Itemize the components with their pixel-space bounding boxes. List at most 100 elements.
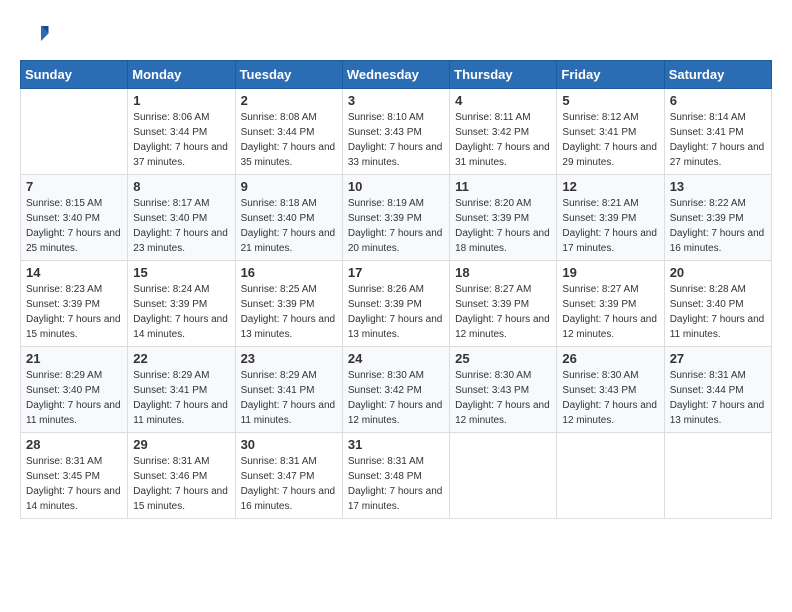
day-number: 27 (670, 351, 766, 366)
day-number: 11 (455, 179, 551, 194)
day-number: 21 (26, 351, 122, 366)
day-cell: 5 Sunrise: 8:12 AMSunset: 3:41 PMDaylight… (557, 89, 664, 175)
day-number: 29 (133, 437, 229, 452)
day-info: Sunrise: 8:26 AMSunset: 3:39 PMDaylight:… (348, 282, 444, 342)
day-info: Sunrise: 8:29 AMSunset: 3:41 PMDaylight:… (133, 368, 229, 428)
day-cell: 21 Sunrise: 8:29 AMSunset: 3:40 PMDayligh… (21, 347, 128, 433)
day-cell: 2 Sunrise: 8:08 AMSunset: 3:44 PMDaylight… (235, 89, 342, 175)
day-cell: 23 Sunrise: 8:29 AMSunset: 3:41 PMDayligh… (235, 347, 342, 433)
day-info: Sunrise: 8:11 AMSunset: 3:42 PMDaylight:… (455, 110, 551, 170)
day-number: 20 (670, 265, 766, 280)
day-info: Sunrise: 8:14 AMSunset: 3:41 PMDaylight:… (670, 110, 766, 170)
week-row-1: 1 Sunrise: 8:06 AMSunset: 3:44 PMDaylight… (21, 89, 772, 175)
week-row-4: 21 Sunrise: 8:29 AMSunset: 3:40 PMDayligh… (21, 347, 772, 433)
day-number: 8 (133, 179, 229, 194)
weekday-header-tuesday: Tuesday (235, 61, 342, 89)
day-info: Sunrise: 8:30 AMSunset: 3:42 PMDaylight:… (348, 368, 444, 428)
day-info: Sunrise: 8:23 AMSunset: 3:39 PMDaylight:… (26, 282, 122, 342)
day-number: 17 (348, 265, 444, 280)
day-number: 1 (133, 93, 229, 108)
day-cell: 11 Sunrise: 8:20 AMSunset: 3:39 PMDayligh… (450, 175, 557, 261)
day-number: 31 (348, 437, 444, 452)
day-cell: 24 Sunrise: 8:30 AMSunset: 3:42 PMDayligh… (342, 347, 449, 433)
day-number: 18 (455, 265, 551, 280)
day-cell: 14 Sunrise: 8:23 AMSunset: 3:39 PMDayligh… (21, 261, 128, 347)
day-number: 13 (670, 179, 766, 194)
day-number: 26 (562, 351, 658, 366)
day-info: Sunrise: 8:31 AMSunset: 3:45 PMDaylight:… (26, 454, 122, 514)
day-number: 4 (455, 93, 551, 108)
day-info: Sunrise: 8:20 AMSunset: 3:39 PMDaylight:… (455, 196, 551, 256)
day-info: Sunrise: 8:06 AMSunset: 3:44 PMDaylight:… (133, 110, 229, 170)
day-cell: 13 Sunrise: 8:22 AMSunset: 3:39 PMDayligh… (664, 175, 771, 261)
day-info: Sunrise: 8:30 AMSunset: 3:43 PMDaylight:… (562, 368, 658, 428)
day-cell: 20 Sunrise: 8:28 AMSunset: 3:40 PMDayligh… (664, 261, 771, 347)
day-number: 5 (562, 93, 658, 108)
day-cell: 3 Sunrise: 8:10 AMSunset: 3:43 PMDaylight… (342, 89, 449, 175)
day-info: Sunrise: 8:19 AMSunset: 3:39 PMDaylight:… (348, 196, 444, 256)
day-cell: 7Sunrise: 8:15 AMSunset: 3:40 PMDaylight… (21, 175, 128, 261)
day-number: 25 (455, 351, 551, 366)
day-info: Sunrise: 8:12 AMSunset: 3:41 PMDaylight:… (562, 110, 658, 170)
day-cell: 26 Sunrise: 8:30 AMSunset: 3:43 PMDayligh… (557, 347, 664, 433)
day-info: Sunrise: 8:27 AMSunset: 3:39 PMDaylight:… (562, 282, 658, 342)
day-info: Sunrise: 8:29 AMSunset: 3:40 PMDaylight:… (26, 368, 122, 428)
weekday-header-row: SundayMondayTuesdayWednesdayThursdayFrid… (21, 61, 772, 89)
calendar-table: SundayMondayTuesdayWednesdayThursdayFrid… (20, 60, 772, 519)
day-info: Sunrise: 8:18 AMSunset: 3:40 PMDaylight:… (241, 196, 337, 256)
day-info: Sunrise: 8:31 AMSunset: 3:48 PMDaylight:… (348, 454, 444, 514)
day-info: Sunrise: 8:10 AMSunset: 3:43 PMDaylight:… (348, 110, 444, 170)
day-cell: 16 Sunrise: 8:25 AMSunset: 3:39 PMDayligh… (235, 261, 342, 347)
day-cell: 29 Sunrise: 8:31 AMSunset: 3:46 PMDayligh… (128, 433, 235, 519)
day-number: 19 (562, 265, 658, 280)
day-cell: 8 Sunrise: 8:17 AMSunset: 3:40 PMDaylight… (128, 175, 235, 261)
day-cell: 17 Sunrise: 8:26 AMSunset: 3:39 PMDayligh… (342, 261, 449, 347)
day-info: Sunrise: 8:31 AMSunset: 3:46 PMDaylight:… (133, 454, 229, 514)
logo (20, 20, 54, 50)
day-cell: 27 Sunrise: 8:31 AMSunset: 3:44 PMDayligh… (664, 347, 771, 433)
weekday-header-thursday: Thursday (450, 61, 557, 89)
day-cell (21, 89, 128, 175)
day-info: Sunrise: 8:30 AMSunset: 3:43 PMDaylight:… (455, 368, 551, 428)
weekday-header-monday: Monday (128, 61, 235, 89)
day-cell: 30Sunrise: 8:31 AMSunset: 3:47 PMDayligh… (235, 433, 342, 519)
day-number: 10 (348, 179, 444, 194)
weekday-header-saturday: Saturday (664, 61, 771, 89)
day-info: Sunrise: 8:21 AMSunset: 3:39 PMDaylight:… (562, 196, 658, 256)
day-number: 28 (26, 437, 122, 452)
day-cell: 31 Sunrise: 8:31 AMSunset: 3:48 PMDayligh… (342, 433, 449, 519)
weekday-header-friday: Friday (557, 61, 664, 89)
day-cell (557, 433, 664, 519)
day-number: 14 (26, 265, 122, 280)
day-number: 16 (241, 265, 337, 280)
day-info: Sunrise: 8:27 AMSunset: 3:39 PMDaylight:… (455, 282, 551, 342)
day-info: Sunrise: 8:22 AMSunset: 3:39 PMDaylight:… (670, 196, 766, 256)
day-info: Sunrise: 8:17 AMSunset: 3:40 PMDaylight:… (133, 196, 229, 256)
day-number: 3 (348, 93, 444, 108)
day-cell: 10 Sunrise: 8:19 AMSunset: 3:39 PMDayligh… (342, 175, 449, 261)
week-row-5: 28 Sunrise: 8:31 AMSunset: 3:45 PMDayligh… (21, 433, 772, 519)
day-number: 24 (348, 351, 444, 366)
week-row-2: 7Sunrise: 8:15 AMSunset: 3:40 PMDaylight… (21, 175, 772, 261)
day-number: 2 (241, 93, 337, 108)
weekday-header-wednesday: Wednesday (342, 61, 449, 89)
day-cell: 9Sunrise: 8:18 AMSunset: 3:40 PMDaylight… (235, 175, 342, 261)
day-cell: 22Sunrise: 8:29 AMSunset: 3:41 PMDayligh… (128, 347, 235, 433)
day-cell: 25 Sunrise: 8:30 AMSunset: 3:43 PMDayligh… (450, 347, 557, 433)
day-cell (664, 433, 771, 519)
day-number: 23 (241, 351, 337, 366)
day-info: Sunrise: 8:08 AMSunset: 3:44 PMDaylight:… (241, 110, 337, 170)
day-number: 7 (26, 179, 122, 194)
day-cell: 18 Sunrise: 8:27 AMSunset: 3:39 PMDayligh… (450, 261, 557, 347)
day-cell: 1 Sunrise: 8:06 AMSunset: 3:44 PMDaylight… (128, 89, 235, 175)
day-number: 6 (670, 93, 766, 108)
day-info: Sunrise: 8:25 AMSunset: 3:39 PMDaylight:… (241, 282, 337, 342)
day-cell: 28 Sunrise: 8:31 AMSunset: 3:45 PMDayligh… (21, 433, 128, 519)
day-info: Sunrise: 8:29 AMSunset: 3:41 PMDaylight:… (241, 368, 337, 428)
day-number: 15 (133, 265, 229, 280)
day-info: Sunrise: 8:31 AMSunset: 3:44 PMDaylight:… (670, 368, 766, 428)
day-info: Sunrise: 8:28 AMSunset: 3:40 PMDaylight:… (670, 282, 766, 342)
day-cell (450, 433, 557, 519)
day-number: 30 (241, 437, 337, 452)
day-cell: 15Sunrise: 8:24 AMSunset: 3:39 PMDayligh… (128, 261, 235, 347)
